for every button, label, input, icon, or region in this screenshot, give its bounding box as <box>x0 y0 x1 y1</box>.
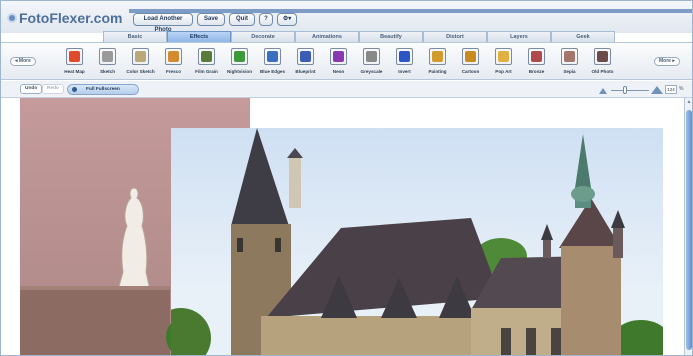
effect-sepia[interactable]: Sepia <box>553 46 586 80</box>
scroll-thumb[interactable] <box>686 110 692 350</box>
load-another-photo-button[interactable]: Load Another Photo <box>133 13 193 33</box>
zoom-slider-track[interactable] <box>611 90 649 91</box>
effect-old-photo[interactable]: Old Photo <box>586 46 619 80</box>
zoom-slider-handle[interactable] <box>623 86 627 94</box>
tab-effects[interactable]: Effects <box>167 31 231 42</box>
fullscreen-icon <box>72 87 77 92</box>
effect-label: Blue Edges <box>259 69 286 74</box>
zoom-value[interactable]: 124 <box>665 85 677 94</box>
effect-fresco[interactable]: Fresco <box>157 46 190 80</box>
effect-nightvision[interactable]: Nightvision <box>223 46 256 80</box>
effect-thumbnail-icon <box>66 48 83 65</box>
effect-label: Sketch <box>99 69 116 74</box>
effect-label: Cartoon <box>461 69 480 74</box>
effect-color-sketch[interactable]: Color Sketch <box>124 46 157 80</box>
effect-label: Greyscale <box>360 69 383 74</box>
effect-film-grain[interactable]: Film Grain <box>190 46 223 80</box>
effect-label: Color Sketch <box>126 69 155 74</box>
effect-label: Painting <box>428 69 447 74</box>
full-fullscreen-button[interactable]: Full Fullscreen <box>67 84 139 95</box>
effect-thumbnail-icon <box>495 48 512 65</box>
zoom-in-icon[interactable] <box>651 86 663 94</box>
save-button[interactable]: Save <box>197 13 226 26</box>
effect-label: Fresco <box>165 69 182 74</box>
effect-heat-map[interactable]: Heat Map <box>58 46 91 80</box>
effect-label: Pop Art <box>495 69 512 74</box>
effect-sketch[interactable]: Sketch <box>91 46 124 80</box>
castle-photo-layer[interactable] <box>171 128 663 355</box>
castle-image <box>171 128 663 355</box>
zoom-control: 124 % <box>599 85 685 95</box>
effect-neon[interactable]: Neon <box>322 46 355 80</box>
undo-button[interactable]: Undo <box>20 84 43 94</box>
more-right-button[interactable]: More ▸ <box>654 57 680 66</box>
redo-button[interactable]: Redo <box>42 84 64 94</box>
tab-geek[interactable]: Geek <box>551 31 615 42</box>
tab-layers[interactable]: Layers <box>487 31 551 42</box>
photo-canvas[interactable] <box>1 98 683 355</box>
logo: FotoFlexer.com <box>7 10 122 26</box>
zoom-unit: % <box>679 86 684 92</box>
statue-image <box>117 187 151 296</box>
effect-thumbnail-icon <box>99 48 116 65</box>
effect-label: Film Grain <box>195 69 218 74</box>
effect-thumbnail-icon <box>198 48 215 65</box>
effect-thumbnail-icon <box>297 48 314 65</box>
effect-thumbnail-icon <box>132 48 149 65</box>
effect-blueprint[interactable]: Blueprint <box>289 46 322 80</box>
effect-thumbnail-icon <box>264 48 281 65</box>
effect-label: Blueprint <box>295 69 316 74</box>
effect-pop-art[interactable]: Pop Art <box>487 46 520 80</box>
effect-label: Heat Map <box>64 69 85 74</box>
top-bar: FotoFlexer.com Load Another Photo Save Q… <box>1 1 692 33</box>
logo-icon <box>7 13 17 23</box>
effect-thumbnail-icon <box>561 48 578 65</box>
stone-wall <box>20 290 170 355</box>
effect-thumbnail-icon <box>594 48 611 65</box>
effect-invert[interactable]: Invert <box>388 46 421 80</box>
tab-beautify[interactable]: Beautify <box>359 31 423 42</box>
effect-label: Invert <box>398 69 411 74</box>
scroll-up-icon[interactable]: ▲ <box>686 99 692 105</box>
effects-list: Heat Map Sketch Color Sketch Fresco Film Gra… <box>58 46 619 80</box>
full-fullscreen-label: Full Fullscreen <box>86 87 120 92</box>
effect-bronze[interactable]: Bronze <box>520 46 553 80</box>
quit-button[interactable]: Quit <box>229 13 256 26</box>
fotoflexer-app: FotoFlexer.com Load Another Photo Save Q… <box>0 0 693 356</box>
zoom-out-icon[interactable] <box>599 88 607 94</box>
tab-decorate[interactable]: Decorate <box>231 31 295 42</box>
help-button[interactable]: ? <box>259 13 274 26</box>
tab-distort[interactable]: Distort <box>423 31 487 42</box>
effect-thumbnail-icon <box>429 48 446 65</box>
canvas-toolbar: Undo Redo Full Fullscreen 124 % <box>1 81 692 98</box>
effect-blue-edges[interactable]: Blue Edges <box>256 46 289 80</box>
effect-thumbnail-icon <box>528 48 545 65</box>
effect-thumbnail-icon <box>165 48 182 65</box>
effect-label: Nightvision <box>226 69 252 74</box>
settings-button[interactable]: ⚙▾ <box>277 13 298 26</box>
effect-label: Bronze <box>528 69 545 74</box>
effect-label: Old Photo <box>591 69 614 74</box>
effects-strip: ◂ More Heat Map Sketch Color Sketch Fresco F… <box>1 42 692 80</box>
effect-thumbnail-icon <box>231 48 248 65</box>
effect-thumbnail-icon <box>363 48 380 65</box>
tab-animations[interactable]: Animations <box>295 31 359 42</box>
more-left-button[interactable]: ◂ More <box>10 57 36 66</box>
effect-greyscale[interactable]: Greyscale <box>355 46 388 80</box>
effect-cartoon[interactable]: Cartoon <box>454 46 487 80</box>
top-buttons: Load Another Photo Save Quit ? ⚙▾ <box>133 13 298 33</box>
effect-label: Sepia <box>563 69 576 74</box>
tab-basic[interactable]: Basic <box>103 31 167 42</box>
vertical-scrollbar[interactable]: ▲ <box>684 98 692 355</box>
effect-thumbnail-icon <box>396 48 413 65</box>
tab-bar: Basic Effects Decorate Animations Beauti… <box>103 31 615 42</box>
effect-label: Neon <box>332 69 345 74</box>
effect-thumbnail-icon <box>330 48 347 65</box>
effect-painting[interactable]: Painting <box>421 46 454 80</box>
logo-text: FotoFlexer.com <box>19 10 123 26</box>
effect-thumbnail-icon <box>462 48 479 65</box>
